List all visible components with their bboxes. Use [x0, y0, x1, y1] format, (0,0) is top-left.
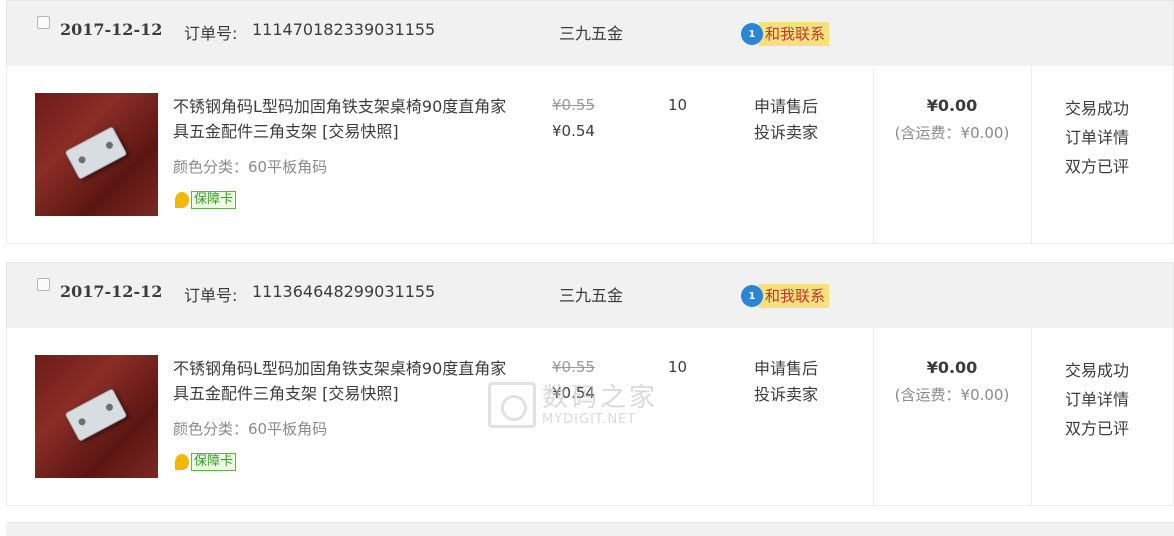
next-order-header — [6, 522, 1174, 536]
original-price: ¥0.55 — [552, 358, 595, 376]
order-total: ¥0.00 — [926, 96, 978, 115]
order-header: 2017-12-12 订单号: 111470182339031155 三九五金 … — [6, 0, 1174, 66]
order-date: 2017-12-12 — [60, 20, 163, 39]
chat-bubble-icon: 1 — [741, 285, 763, 307]
guarantee-card-label: 保障卡 — [191, 191, 237, 209]
column-divider — [873, 328, 874, 505]
column-divider — [1031, 328, 1032, 505]
current-price: ¥0.54 — [552, 122, 595, 140]
flower-icon — [175, 192, 189, 208]
order-select-checkbox[interactable] — [37, 278, 50, 291]
order-select-checkbox[interactable] — [37, 16, 50, 29]
contact-seller-button[interactable]: 1 和我联系 — [741, 22, 830, 46]
watermark-chinese: 数码之家 — [542, 383, 659, 413]
order-number-label: 订单号: — [184, 286, 238, 305]
house-logo-icon — [488, 382, 536, 428]
product-variant: 颜色分类：60平板角码 — [173, 420, 328, 438]
order-header: 2017-12-12 订单号: 111364648299031155 三九五金 … — [6, 262, 1174, 328]
chat-bubble-icon: 1 — [741, 23, 763, 45]
complain-seller-link[interactable]: 投诉卖家 — [754, 120, 818, 146]
shop-name-link[interactable]: 三九五金 — [559, 282, 623, 306]
quantity: 10 — [668, 358, 688, 376]
contact-seller-label: 和我联系 — [759, 22, 830, 46]
shipping-fee: (含运费：¥0.00) — [894, 124, 1010, 142]
review-status: 双方已评 — [1065, 419, 1130, 438]
order-status: 交易成功 订单详情 双方已评 — [1065, 94, 1129, 181]
order-number: 111470182339031155 — [252, 20, 436, 39]
trade-status: 交易成功 — [1065, 99, 1130, 118]
column-divider — [1031, 66, 1032, 243]
guarantee-card-badge[interactable]: 保障卡 — [175, 452, 237, 472]
order-number-label: 订单号: — [184, 24, 238, 43]
order-detail-link[interactable]: 订单详情 — [1065, 385, 1129, 414]
product-thumbnail[interactable] — [35, 355, 158, 478]
review-status: 双方已评 — [1065, 157, 1130, 176]
original-price: ¥0.55 — [552, 96, 595, 114]
order-total: ¥0.00 — [926, 358, 978, 377]
order-card: 2017-12-12 订单号: 111470182339031155 三九五金 … — [6, 0, 1174, 244]
flower-icon — [175, 454, 189, 470]
site-watermark: 数码之家 MYDIGIT.NET — [488, 382, 658, 428]
after-sale-actions: 申请售后 投诉卖家 — [754, 94, 818, 146]
order-number: 111364648299031155 — [252, 282, 436, 301]
column-divider — [873, 66, 874, 243]
order-status: 交易成功 订单详情 双方已评 — [1065, 356, 1129, 443]
complain-seller-link[interactable]: 投诉卖家 — [754, 382, 818, 408]
order-date: 2017-12-12 — [60, 282, 163, 301]
product-thumbnail[interactable] — [35, 93, 158, 216]
contact-seller-label: 和我联系 — [759, 284, 830, 308]
watermark-english: MYDIGIT.NET — [542, 412, 637, 427]
product-title-link[interactable]: 不锈钢角码L型码加固角铁支架桌椅90度直角家具五金配件三角支架 [交易快照] — [173, 94, 513, 144]
contact-seller-button[interactable]: 1 和我联系 — [741, 284, 830, 308]
apply-after-sale-link[interactable]: 申请售后 — [754, 94, 818, 120]
product-title-link[interactable]: 不锈钢角码L型码加固角铁支架桌椅90度直角家具五金配件三角支架 [交易快照] — [173, 356, 513, 406]
order-detail-link[interactable]: 订单详情 — [1065, 123, 1129, 152]
guarantee-card-label: 保障卡 — [191, 453, 237, 471]
shop-name-link[interactable]: 三九五金 — [559, 20, 623, 44]
apply-after-sale-link[interactable]: 申请售后 — [754, 356, 818, 382]
after-sale-actions: 申请售后 投诉卖家 — [754, 356, 818, 408]
order-item-row: 不锈钢角码L型码加固角铁支架桌椅90度直角家具五金配件三角支架 [交易快照] 颜… — [6, 66, 1174, 244]
product-variant: 颜色分类：60平板角码 — [173, 158, 328, 176]
guarantee-card-badge[interactable]: 保障卡 — [175, 190, 237, 210]
shipping-fee: (含运费：¥0.00) — [894, 386, 1010, 404]
quantity: 10 — [668, 96, 688, 114]
trade-status: 交易成功 — [1065, 361, 1130, 380]
